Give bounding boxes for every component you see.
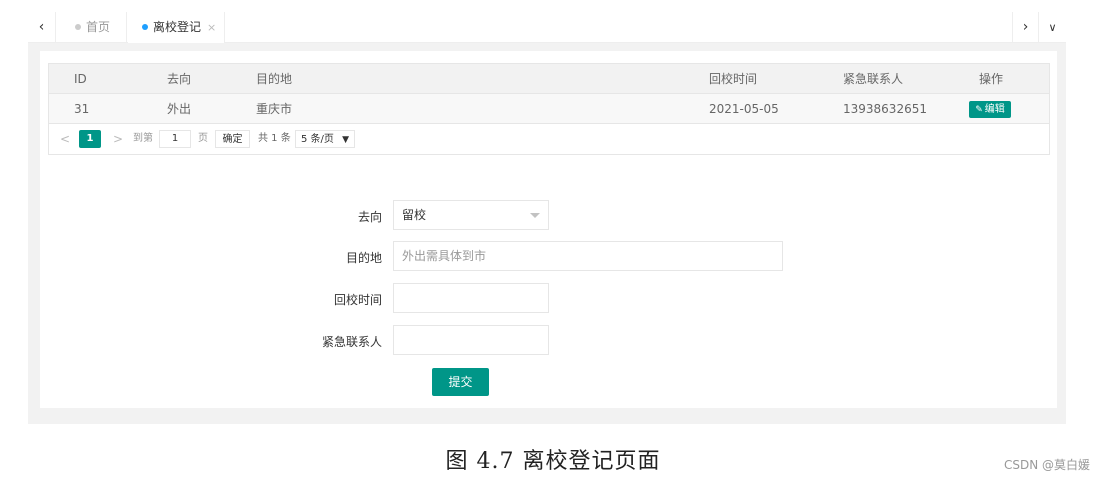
edit-button-label: 编辑 [984,104,1005,115]
column-header-emergency-contact: 紧急联系人 [843,72,904,86]
tab-scroll-right-icon[interactable]: › [1012,12,1038,43]
next-page-icon[interactable]: > [113,130,123,148]
table-row: 31 外出 重庆市 2021-05-05 13938632651 ✎ 编辑 [49,94,1049,124]
pencil-icon: ✎ [975,105,983,115]
column-header-direction: 去向 [167,72,192,86]
dropdown-caret-icon [530,213,540,218]
tab-active-dot-icon [142,23,148,30]
tab-leave-registration[interactable]: 离校登记 × [128,12,225,43]
table-header-row: ID 去向 目的地 回校时间 紧急联系人 操作 [49,64,1049,94]
close-icon[interactable]: × [207,21,216,34]
content-card: ID 去向 目的地 回校时间 紧急联系人 操作 31 外出 重庆市 2021-0… [40,51,1057,408]
page-button-current[interactable]: 1 [79,130,101,148]
emergency-contact-input[interactable] [393,325,549,355]
destination-input[interactable] [393,241,783,271]
cell-return-date: 2021-05-05 [709,102,779,116]
tab-active-label: 离校登记 [153,20,202,34]
chevron-down-icon[interactable]: ∨ [1038,12,1066,43]
figure-caption: 图 4.7 离校登记页面 [445,449,661,474]
page-size-label: 5 条/页 [301,134,334,145]
goto-label: 到第 [133,133,153,144]
return-time-label: 回校时间 [333,293,382,307]
total-count: 共 1 条 [258,133,291,144]
watermark: CSDN @莫白媛 [1003,458,1090,472]
destination-label: 目的地 [345,251,382,265]
column-header-id: ID [74,72,87,86]
chevron-down-icon: ▼ [342,135,349,145]
direction-select[interactable]: 留校 [393,200,549,230]
submit-button[interactable]: 提交 [432,368,489,396]
direction-select-value: 留校 [402,208,427,222]
page-unit-label: 页 [198,133,208,144]
tab-bar: ‹ 首页 离校登记 × › ∨ [28,12,1066,43]
prev-page-icon[interactable]: < [60,130,70,148]
cell-emergency-contact: 13938632651 [843,102,927,116]
app-frame: ‹ 首页 离校登记 × › ∨ ID 去向 目的地 回校时间 紧急联系人 操作 3… [28,12,1066,424]
column-header-destination: 目的地 [256,72,293,86]
cell-id: 31 [74,102,90,116]
edit-button[interactable]: ✎ 编辑 [969,101,1011,118]
pagination: < 1 > 到第 页 确定 共 1 条 5 条/页 ▼ [49,124,1049,154]
cell-direction: 外出 [167,102,192,116]
column-header-actions: 操作 [979,72,1004,86]
emergency-contact-label: 紧急联系人 [321,335,382,349]
goto-confirm-button[interactable]: 确定 [215,130,250,148]
tab-dot-icon [75,23,81,30]
tab-home[interactable]: 首页 [57,12,127,43]
tab-scroll-left-icon[interactable]: ‹ [28,12,56,43]
column-header-return-date: 回校时间 [709,72,758,86]
direction-label: 去向 [357,210,382,224]
cell-destination: 重庆市 [256,102,293,116]
return-time-input[interactable] [393,283,549,313]
page-size-select[interactable]: 5 条/页 ▼ [295,130,355,148]
records-table: ID 去向 目的地 回校时间 紧急联系人 操作 31 外出 重庆市 2021-0… [48,63,1050,155]
tab-home-label: 首页 [86,20,111,34]
goto-page-input[interactable] [159,130,191,148]
